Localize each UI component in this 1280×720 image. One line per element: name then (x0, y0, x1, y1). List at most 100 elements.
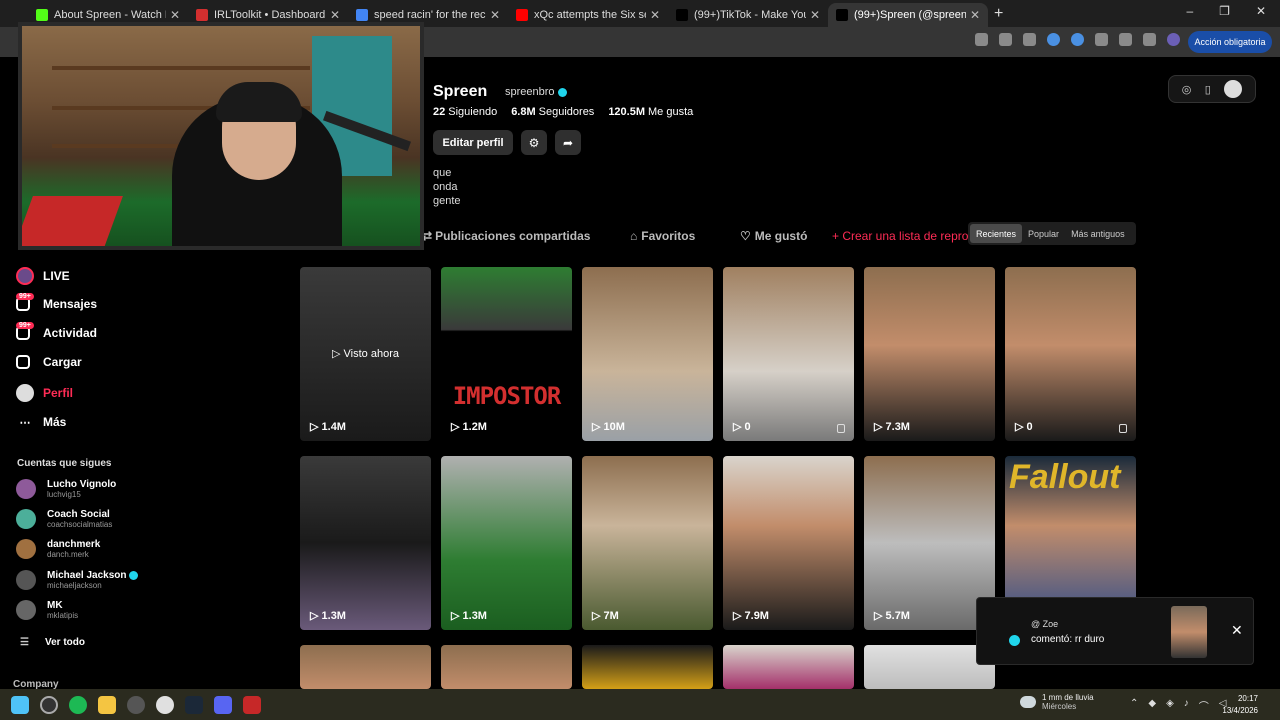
maximize-icon[interactable]: ❐ (1219, 4, 1230, 18)
settings-button[interactable]: ⚙ (521, 130, 547, 155)
close-icon[interactable]: ✕ (1231, 622, 1243, 639)
sidebar-item-label: Actividad (43, 326, 98, 340)
chrome-icon[interactable] (156, 695, 174, 714)
account-name-row: Michael Jackson (47, 570, 139, 581)
microphone-icon[interactable]: ♪ (1184, 698, 1189, 713)
sidebar-item-perfil[interactable]: Perfil (16, 384, 73, 402)
video-card[interactable]: ▷ 7.9M (723, 456, 854, 630)
extension-shield-icon[interactable] (1071, 33, 1084, 46)
video-card[interactable]: ▷ 1.3M (300, 456, 431, 630)
sidebar-item-más[interactable]: ⋯ Más (16, 413, 67, 431)
see-all-link[interactable]: ☰ Ver todo (20, 637, 85, 648)
4k-app-icon[interactable] (127, 695, 145, 714)
video-card[interactable] (441, 645, 572, 689)
profile-name: Spreen (433, 83, 488, 100)
sidebar-item-mensajes[interactable]: 99+ Mensajes (16, 293, 97, 311)
close-tab-icon[interactable]: ✕ (650, 8, 660, 22)
account-name: MK (47, 600, 63, 611)
following-account[interactable]: Lucho Vignolo luchvig15 (16, 479, 116, 499)
install-icon[interactable] (999, 33, 1012, 46)
chevron-up-icon[interactable]: ⌃ (1130, 698, 1138, 713)
spotify-icon[interactable] (69, 695, 87, 714)
sort-oldest[interactable]: Más antiguos (1065, 229, 1131, 239)
following-label: Siguiendo (448, 106, 498, 118)
video-card[interactable] (582, 645, 713, 689)
view-count-value: 0 (744, 421, 751, 433)
extension-audio-icon[interactable] (1047, 33, 1060, 46)
device-icon[interactable]: ▯ (1205, 83, 1211, 96)
notification-toast[interactable]: @ Zoe comentó: rr duro ✕ (976, 597, 1254, 665)
close-tab-icon[interactable]: ✕ (170, 8, 180, 22)
reading-list-icon[interactable] (1143, 33, 1156, 46)
extensions-puzzle-icon[interactable] (1119, 33, 1132, 46)
following-account[interactable]: MK mklatipis (16, 600, 78, 620)
tab-liked[interactable]: ♡ Me gustó (740, 229, 807, 243)
user-avatar[interactable] (1224, 80, 1243, 98)
video-card[interactable]: IMPOSTOR ▷ 1.2M (441, 267, 572, 441)
tab-reposts[interactable]: ⇄ Publicaciones compartidas (422, 229, 590, 243)
following-account[interactable]: Coach Social coachsocialmatias (16, 509, 112, 529)
close-tab-icon[interactable]: ✕ (970, 8, 980, 22)
clock[interactable]: 20:17 13/4/2026 (1222, 693, 1258, 717)
app-icon[interactable] (243, 695, 261, 714)
create-playlist-button[interactable]: + Crear una lista de reproducción (832, 229, 968, 243)
rug (22, 196, 123, 246)
video-card[interactable]: ▷ 1.3M (441, 456, 572, 630)
action-required-button[interactable]: Acción obligatoria (1188, 31, 1272, 53)
video-card[interactable]: ▷ 7M (582, 456, 713, 630)
translate-icon[interactable] (975, 33, 988, 46)
video-card[interactable]: ▷ Visto ahora ▷ 1.4M (300, 267, 431, 441)
sort-popular[interactable]: Popular (1022, 229, 1065, 239)
rain-cloud-icon (1020, 696, 1036, 708)
weather-widget[interactable]: 1 mm de lluvia Miércoles (1020, 693, 1094, 711)
sidebar-item-label: Perfil (43, 386, 74, 400)
windows-start-icon[interactable] (11, 695, 29, 714)
following-stat[interactable]: 22 Siguiendo (433, 106, 497, 118)
network-icon[interactable]: ◈ (1166, 698, 1174, 713)
video-card[interactable]: ▷ 7.3M (864, 267, 995, 441)
steam-icon[interactable] (185, 695, 203, 714)
browser-tab[interactable]: (99+)Spreen (@spreenbro) ✕ (828, 3, 988, 27)
sidebar-item-live[interactable]: LIVE (16, 267, 70, 285)
sidebar-item-cargar[interactable]: Cargar (16, 355, 82, 369)
video-card[interactable] (723, 645, 854, 689)
edit-profile-button[interactable]: Editar perfil (433, 130, 513, 155)
followers-stat[interactable]: 6.8M Seguidores (511, 106, 594, 118)
close-tab-icon[interactable]: ✕ (330, 8, 340, 22)
top-right-actions: ◎ ▯ (1168, 75, 1256, 103)
bookmark-star-icon[interactable] (1023, 33, 1036, 46)
likes-stat: 120.5M Me gusta (608, 106, 693, 118)
avatar (16, 479, 36, 499)
close-tab-icon[interactable]: ✕ (490, 8, 500, 22)
video-card[interactable] (300, 645, 431, 689)
video-card[interactable]: ▷ 0 (1005, 267, 1136, 441)
tab-favorites[interactable]: ⌂ Favoritos (630, 229, 695, 243)
toast-thumbnail[interactable] (1171, 606, 1207, 658)
extension-translate-icon[interactable] (1095, 33, 1108, 46)
video-card[interactable]: ▷ 0 (723, 267, 854, 441)
account-name-row: danchmerk (47, 539, 100, 550)
wifi-icon[interactable]: ⌒ (1199, 698, 1209, 713)
browser-tab[interactable]: xQc attempts the Six seven Spe ✕ (508, 3, 668, 27)
close-icon[interactable]: ✕ (1256, 4, 1266, 18)
new-tab-button[interactable]: + (994, 5, 1003, 23)
close-tab-icon[interactable]: ✕ (810, 8, 820, 22)
weather-text: 1 mm de lluvia (1042, 693, 1094, 702)
video-card[interactable]: ▷ 10M (582, 267, 713, 441)
obs-icon[interactable] (40, 695, 58, 714)
security-icon[interactable]: ◆ (1148, 698, 1156, 713)
following-account[interactable]: danchmerk danch.merk (16, 539, 100, 559)
heart-icon: ♡ (740, 229, 751, 243)
sort-recent[interactable]: Recientes (970, 224, 1023, 243)
browser-tab[interactable]: (99+)TikTok - Make Your Day ✕ (668, 3, 828, 27)
explore-icon[interactable]: ◎ (1182, 83, 1192, 96)
followers-label: Seguidores (538, 106, 595, 118)
profile-bio: que onda gente (433, 166, 461, 208)
minimize-icon[interactable]: – (1186, 4, 1193, 18)
share-button[interactable]: ➦ (555, 130, 581, 155)
sidebar-item-actividad[interactable]: 99+ Actividad (16, 322, 98, 340)
discord-icon[interactable] (214, 695, 232, 714)
following-account[interactable]: Michael Jackson michaeljackson (16, 570, 139, 590)
file-explorer-icon[interactable] (98, 695, 116, 714)
profile-avatar-icon[interactable] (1167, 33, 1180, 46)
